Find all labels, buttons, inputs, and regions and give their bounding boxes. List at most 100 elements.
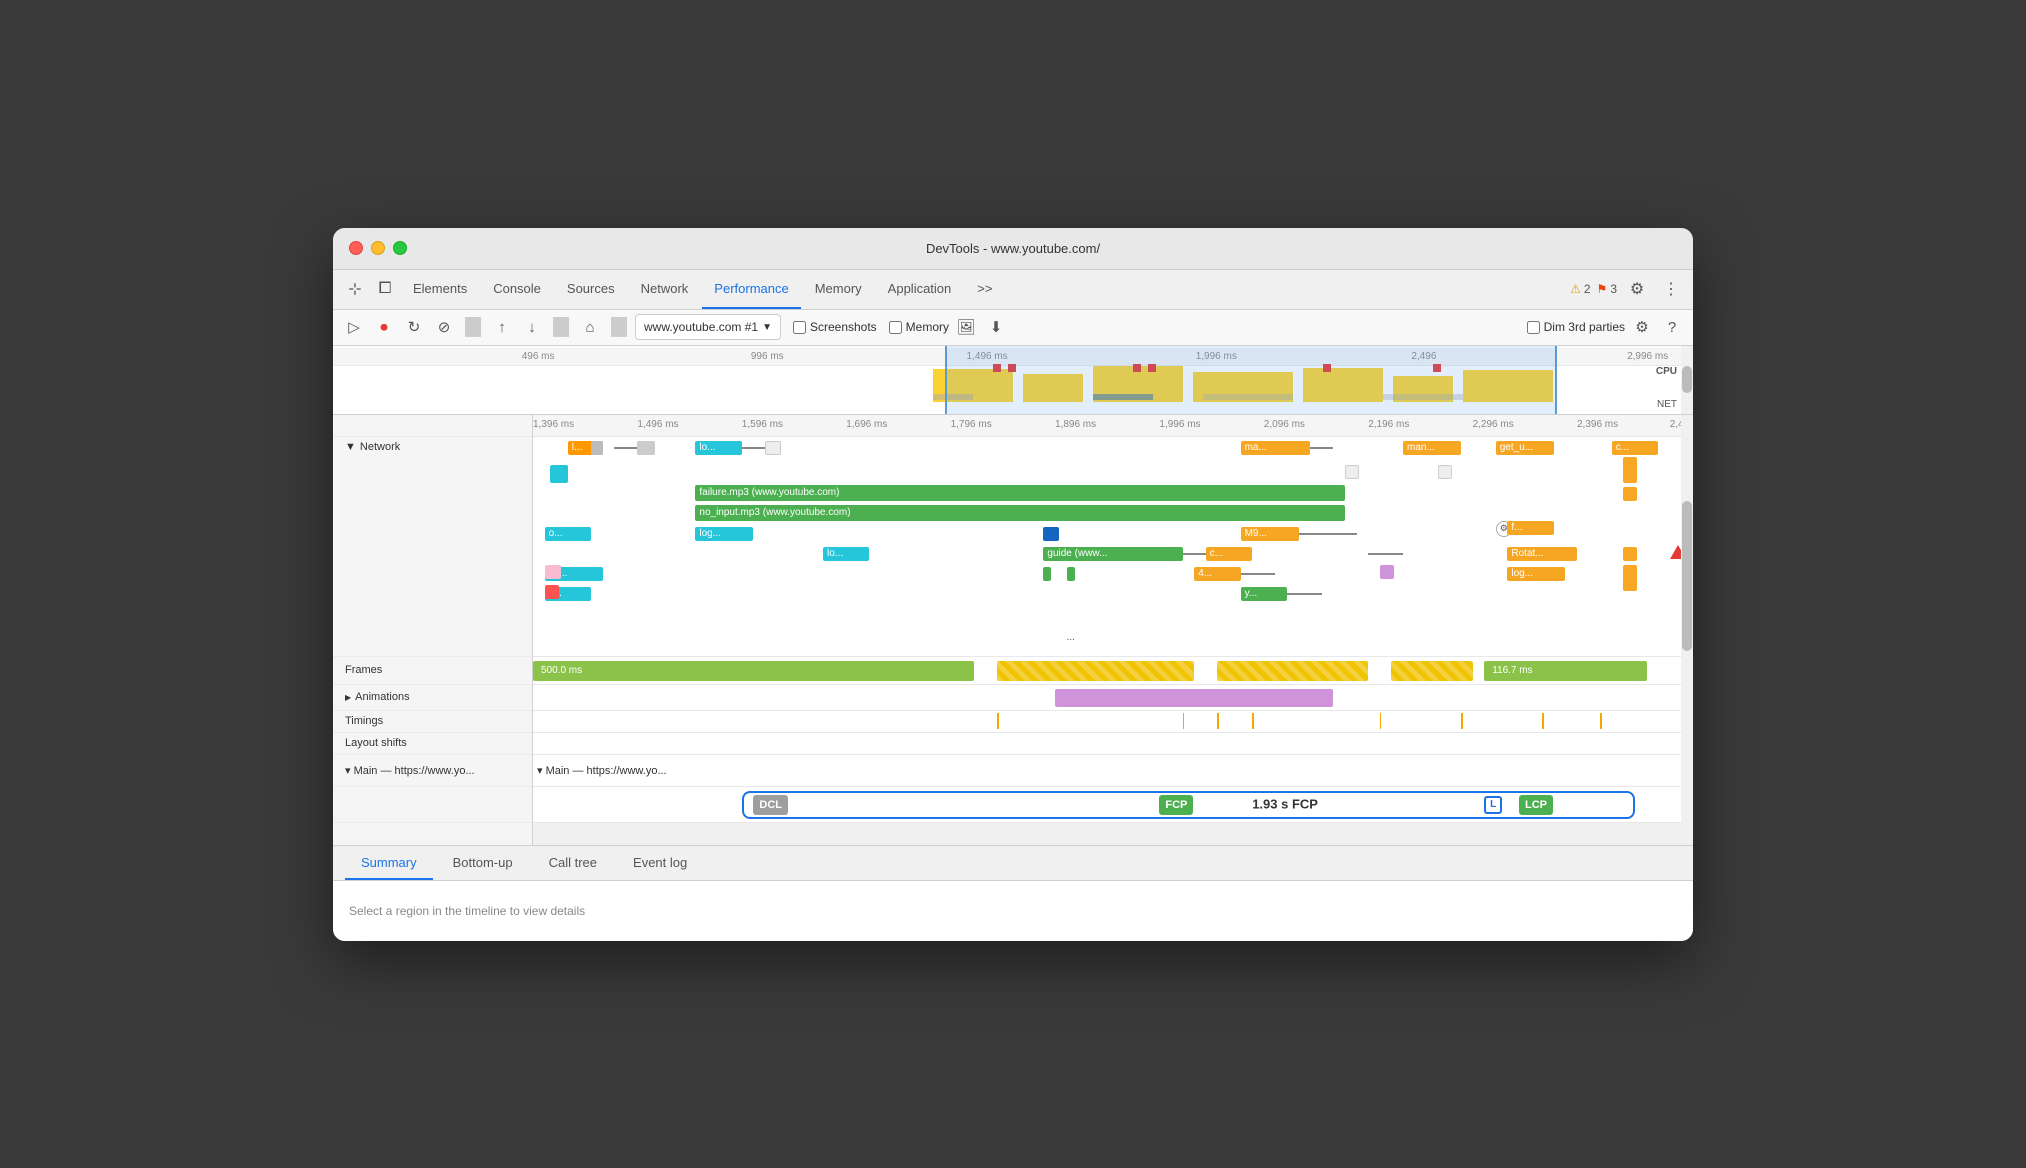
scrollbar-thumb-main[interactable]	[1682, 501, 1692, 652]
net-bar-gray3[interactable]	[765, 441, 781, 455]
home-button[interactable]: ⌂	[577, 314, 603, 340]
net-bar-4txt[interactable]: 4...	[1194, 567, 1240, 581]
url-select[interactable]: www.youtube.com #1 ▼	[635, 314, 781, 340]
record-button[interactable]: ⏺	[371, 314, 397, 340]
net-bar-rotat[interactable]: Rotat...	[1507, 547, 1577, 561]
net-bar-pink1[interactable]	[545, 565, 561, 579]
lcp-badge[interactable]: LCP	[1519, 795, 1553, 815]
upload-button[interactable]: ↑	[489, 314, 515, 340]
perf-help-button[interactable]: ?	[1659, 314, 1685, 340]
net-bar-gray1[interactable]	[591, 441, 603, 455]
screenshots-checkbox[interactable]	[793, 321, 806, 334]
tab-sources[interactable]: Sources	[555, 269, 627, 309]
net-bar-c3[interactable]: c...	[1612, 441, 1658, 455]
main-thread-row[interactable]: ▾ Main — https://www.yo...	[533, 755, 1693, 787]
net-bar-gray2[interactable]	[637, 441, 655, 455]
tick-4: 1,796 ms	[951, 419, 992, 430]
net-bar-cyan-box[interactable]	[550, 465, 568, 483]
toggle-sidebar-button[interactable]: ▷	[341, 314, 367, 340]
clear-button[interactable]: ⊘	[431, 314, 457, 340]
frames-bar-2[interactable]	[997, 661, 1194, 681]
dcl-badge[interactable]: DCL	[753, 795, 788, 815]
warning-count[interactable]: ⚠ 2	[1570, 282, 1590, 296]
tab-console[interactable]: Console	[481, 269, 553, 309]
tab-elements[interactable]: Elements	[401, 269, 479, 309]
inspect-icon[interactable]: ⊹	[341, 275, 369, 303]
net-bar-log1[interactable]: log...	[695, 527, 753, 541]
net-bar-f[interactable]: f...	[1507, 521, 1553, 535]
memory-checkbox[interactable]	[889, 321, 902, 334]
tab-summary[interactable]: Summary	[345, 848, 433, 880]
net-bar-4b[interactable]	[1067, 567, 1075, 581]
window-title: DevTools - www.youtube.com/	[926, 241, 1100, 256]
net-bar-yellow4[interactable]	[1623, 547, 1637, 561]
net-bar-lo2[interactable]: lo...	[823, 547, 869, 561]
net-bar-gray4[interactable]	[1345, 465, 1359, 479]
network-label-row[interactable]: ▼ Network	[333, 437, 532, 657]
tab-eventlog[interactable]: Event log	[617, 848, 703, 880]
net-bar-log2[interactable]: log...	[1507, 567, 1565, 581]
net-bar-c3-label: c...	[1616, 442, 1629, 453]
scrollbar-thumb-overview[interactable]	[1682, 366, 1692, 393]
perf-settings-button[interactable]: ⚙	[1629, 314, 1655, 340]
lcp-l-badge[interactable]: L	[1484, 796, 1502, 814]
net-bar-gray5[interactable]	[1438, 465, 1452, 479]
frames-bar-1[interactable]: 500.0 ms	[533, 661, 974, 681]
net-bar-4[interactable]	[1043, 567, 1051, 581]
net-bar-lo1[interactable]: lo...	[695, 441, 741, 455]
net-bar-c1[interactable]: c...	[1206, 547, 1252, 561]
network-section-label: Network	[360, 441, 400, 453]
tab-network[interactable]: Network	[629, 269, 701, 309]
memory-detail-btn[interactable]: ⬇	[983, 314, 1009, 340]
net-bar-man[interactable]: man...	[1403, 441, 1461, 455]
animations-bar[interactable]	[1055, 689, 1333, 707]
net-bar-o-label: o...	[549, 528, 563, 539]
tab-application[interactable]: Application	[876, 269, 964, 309]
timing-mark-7	[1542, 713, 1544, 729]
tab-bottomup[interactable]: Bottom-up	[437, 848, 529, 880]
net-bar-m9-label: M9...	[1245, 528, 1267, 539]
overview-tick-1: 496 ms	[522, 351, 555, 362]
download-button[interactable]: ↓	[519, 314, 545, 340]
frames-bar-3[interactable]	[1217, 661, 1368, 681]
net-bar-failure-label: failure.mp3 (www.youtube.com)	[699, 487, 839, 498]
selection-overlay[interactable]	[945, 346, 1557, 414]
tab-performance[interactable]: Performance	[702, 269, 800, 309]
net-bar-blue1[interactable]	[1043, 527, 1059, 541]
frames-bar-5[interactable]: 116.7 ms	[1484, 661, 1646, 681]
dim3rd-checkbox[interactable]	[1527, 321, 1540, 334]
net-bar-red1[interactable]	[545, 585, 559, 599]
minimize-button[interactable]	[371, 241, 385, 255]
more-options-icon[interactable]: ⋮	[1657, 275, 1685, 303]
net-bar-yellow3[interactable]	[1623, 487, 1637, 501]
net-bar-y[interactable]: y...	[1241, 587, 1287, 601]
reload-button[interactable]: ↻	[401, 314, 427, 340]
tab-calltree[interactable]: Call tree	[533, 848, 613, 880]
separator2	[553, 317, 569, 337]
tab-memory[interactable]: Memory	[803, 269, 874, 309]
maximize-button[interactable]	[393, 241, 407, 255]
main-label-row[interactable]: ▾ Main — https://www.yo...	[333, 755, 532, 787]
animations-label-row[interactable]: ▶ Animations	[333, 685, 532, 711]
fcp-badge[interactable]: FCP	[1159, 795, 1193, 815]
frames-bar-4[interactable]	[1391, 661, 1472, 681]
net-bar-m9[interactable]: M9...	[1241, 527, 1299, 541]
scrollbar-overview[interactable]	[1681, 346, 1693, 414]
net-bar-o[interactable]: o...	[545, 527, 591, 541]
tab-more[interactable]: >>	[965, 269, 1004, 309]
scrollbar-main[interactable]	[1681, 415, 1693, 845]
net-bar-guide[interactable]: guide (www...	[1043, 547, 1182, 561]
net-bar-failure[interactable]: failure.mp3 (www.youtube.com)	[695, 485, 1345, 501]
error-count[interactable]: ⚑ 3	[1597, 282, 1617, 296]
net-bar-yellow5[interactable]	[1623, 565, 1637, 591]
net-bar-yellow2[interactable]	[1623, 457, 1637, 483]
net-bar-getu[interactable]: get_u...	[1496, 441, 1554, 455]
net-bar-ma[interactable]: ma...	[1241, 441, 1311, 455]
screenshot-icon-btn[interactable]: 🖼	[953, 314, 979, 340]
net-bar-purple1[interactable]	[1380, 565, 1394, 579]
close-button[interactable]	[349, 241, 363, 255]
settings-icon[interactable]: ⚙	[1623, 275, 1651, 303]
device-icon[interactable]: ⧠	[371, 275, 399, 303]
net-bar-lo2-label: lo...	[827, 548, 843, 559]
net-bar-noinput[interactable]: no_input.mp3 (www.youtube.com)	[695, 505, 1345, 521]
